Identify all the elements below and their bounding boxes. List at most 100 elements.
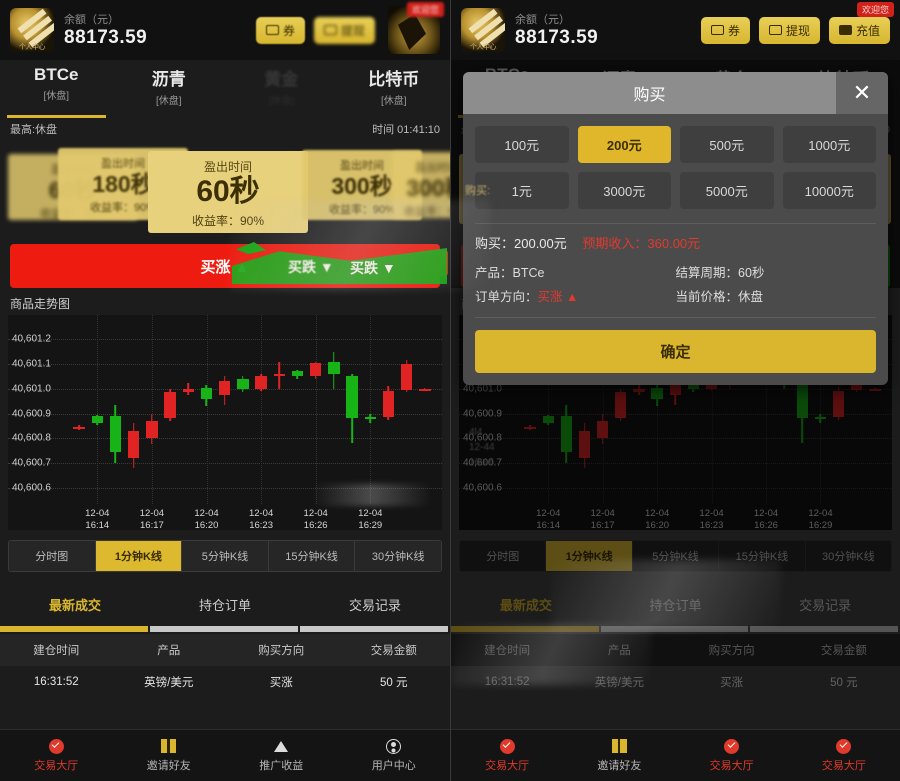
table-header-row-right: 建仓时间 产品 购买方向 交易金额: [451, 634, 900, 666]
candle-body-right: [869, 388, 881, 391]
coupon-icon-right: [710, 25, 724, 35]
dual-panel-stage: 个人中心 余额（元） 88173.59 券 提现 欢迎您 BTCe [休盘] 沥…: [0, 0, 900, 781]
tab-liqing[interactable]: 沥青 [休盘]: [113, 60, 226, 118]
buy-amount-text: 购买：200.00元: [475, 236, 567, 251]
confirm-button[interactable]: 确定: [475, 330, 876, 373]
period-button-0-right[interactable]: 分时图: [460, 541, 547, 571]
amount-option-3[interactable]: 1000元: [782, 126, 876, 163]
order-tab-1-right[interactable]: 持仓订单: [601, 586, 751, 626]
nav-label-3-right: 交易大厅: [821, 760, 866, 772]
nav-icon-wrap-0-right: [451, 736, 563, 756]
buy-summary-line: 购买：200.00元 预期收入：360.00元: [475, 233, 876, 252]
amount-option-0[interactable]: 100元: [475, 126, 569, 163]
period-button-2-right[interactable]: 5分钟K线: [632, 541, 720, 571]
chart-x-tick: 12-04 16:17: [139, 508, 165, 532]
app-header-right: 个人中心 余额（元） 88173.59 券 提现 充值 欢迎您: [451, 0, 900, 60]
candle-body: [237, 378, 249, 389]
coupon-button-right[interactable]: 券: [700, 16, 750, 44]
buy-down-label: 买跌 ▼: [350, 260, 396, 276]
candlestick: [109, 404, 122, 463]
chart-ghost-text: 4l4 12-44 16u.6: [469, 427, 495, 468]
close-icon[interactable]: ✕: [836, 72, 888, 114]
table-header-row: 建仓时间 产品 购买方向 交易金额: [0, 634, 450, 666]
tab-gold[interactable]: 黄金 [休盘]: [225, 60, 338, 118]
order-tab-0[interactable]: 最新成交: [0, 586, 150, 626]
chart-gridline-right: [459, 462, 892, 464]
candle-body: [310, 362, 322, 377]
tab-bitcoin[interactable]: 比特币 [休盘]: [338, 60, 451, 118]
nav-icon-wrap-3: [338, 736, 451, 756]
duration-card-60[interactable]: 盈出时间 60秒 收益率：90%: [148, 151, 308, 233]
period-button-2[interactable]: 5分钟K线: [182, 541, 269, 571]
tab-btce[interactable]: BTCe [休盘]: [0, 60, 113, 118]
amount-option-5[interactable]: 3000元: [577, 172, 671, 209]
duration-card-ghost-b[interactable]: 盈出时间 300秒 收益率：90%: [392, 152, 450, 218]
period-button-4[interactable]: 30分钟K线: [355, 541, 441, 571]
chart-x-tick-right: 12-04 16:20: [644, 508, 670, 532]
period-button-1[interactable]: 1分钟K线: [95, 541, 183, 571]
hall-icon: [48, 738, 64, 754]
candlestick: [255, 373, 267, 392]
market-tabs: BTCe [休盘] 沥青 [休盘] 黄金 [休盘] 比特币 [休盘]: [0, 60, 450, 118]
candlestick: [273, 361, 285, 389]
withdraw-button-right[interactable]: 提现: [758, 16, 820, 44]
order-tab-bar-1: [150, 626, 298, 632]
coupon-button[interactable]: 券: [255, 16, 305, 44]
tab-bitcoin-status: [休盘]: [380, 96, 407, 107]
order-tab-bar-1-right: [600, 626, 749, 632]
table-row[interactable]: 16:31:52 英镑/美元 买涨 50 元: [0, 666, 450, 698]
nav-item-3[interactable]: 用户中心: [338, 730, 451, 781]
coupon-label-right: 券: [727, 23, 740, 38]
nav-item-1-right[interactable]: 邀请好友: [563, 730, 675, 781]
balance-block-right: 余额（元） 88173.59: [515, 11, 598, 49]
period-button-3-right[interactable]: 15分钟K线: [719, 541, 806, 571]
period-button-0[interactable]: 分时图: [9, 541, 96, 571]
nav-item-0-right[interactable]: 交易大厅: [451, 730, 563, 781]
table-row-right[interactable]: 16:31:52 英镑/美元 买涨 50 元: [451, 666, 900, 698]
order-tab-1[interactable]: 持仓订单: [150, 586, 300, 626]
nav-item-2[interactable]: 推广收益: [225, 730, 338, 781]
nav-item-0[interactable]: 交易大厅: [0, 730, 113, 781]
logo-label-right: 个人中心: [470, 44, 497, 51]
amount-option-6[interactable]: 5000元: [680, 172, 774, 209]
nav-item-3-right[interactable]: 交易大厅: [788, 730, 900, 781]
nav-icon-wrap-2-right: [676, 736, 788, 756]
nav-label-1: 邀请好友: [146, 760, 191, 772]
amount-option-1[interactable]: 200元: [577, 126, 671, 163]
candlestick: [219, 376, 231, 405]
candle-body: [182, 388, 194, 393]
recharge-button-right[interactable]: 充值: [828, 16, 890, 44]
order-tab-2-right[interactable]: 交易记录: [750, 586, 900, 626]
candle-body: [200, 387, 213, 399]
candlestick: [146, 413, 158, 445]
period-button-4-right[interactable]: 30分钟K线: [805, 541, 891, 571]
hall-icon: [499, 738, 515, 754]
period-button-1-right[interactable]: 1分钟K线: [546, 541, 633, 571]
expected-income-text: 预期收入：360.00元: [582, 236, 701, 251]
candle-body-right: [597, 420, 609, 439]
chart-x-tick: 12-04 16:23: [248, 508, 274, 532]
order-tab-2[interactable]: 交易记录: [300, 586, 450, 626]
chart-x-tick: 12-04 16:26: [303, 508, 328, 532]
duration-60-rate: 收益率：90%: [191, 213, 265, 228]
chart-y-tick-right: 40,600.9: [463, 408, 502, 419]
amount-option-2[interactable]: 500元: [680, 126, 774, 163]
withdraw-button[interactable]: 提现: [313, 16, 375, 44]
duration-60-label: 盈出时间: [203, 160, 252, 174]
order-tabs-right: 最新成交 持仓订单 交易记录: [451, 586, 900, 626]
nav-icon-wrap-1-right: [563, 736, 675, 756]
tab-btce-name: BTCe: [34, 65, 79, 84]
amount-option-7[interactable]: 10000元: [782, 172, 876, 209]
server-time-label: 时间 01:41:10: [372, 124, 440, 136]
balance-block: 余额（元） 88173.59: [64, 11, 147, 49]
duration-ghost-b-rate: 收益率：90%: [403, 206, 450, 219]
period-button-3[interactable]: 15分钟K线: [268, 541, 356, 571]
table-header-cell-2-right: 购买方向: [708, 645, 755, 657]
chart-y-tick: 40,601.0: [12, 383, 51, 395]
price-chart[interactable]: 40,601.2 40,601.1 40,601.0 40,600.9 40,600.8…: [8, 315, 442, 532]
chart-gridline: [8, 462, 442, 464]
nav-item-2-right[interactable]: 交易大厅: [676, 730, 788, 781]
candlestick: [182, 382, 194, 395]
nav-item-1[interactable]: 邀请好友: [113, 730, 226, 781]
order-tab-0-right[interactable]: 最新成交: [451, 586, 601, 626]
